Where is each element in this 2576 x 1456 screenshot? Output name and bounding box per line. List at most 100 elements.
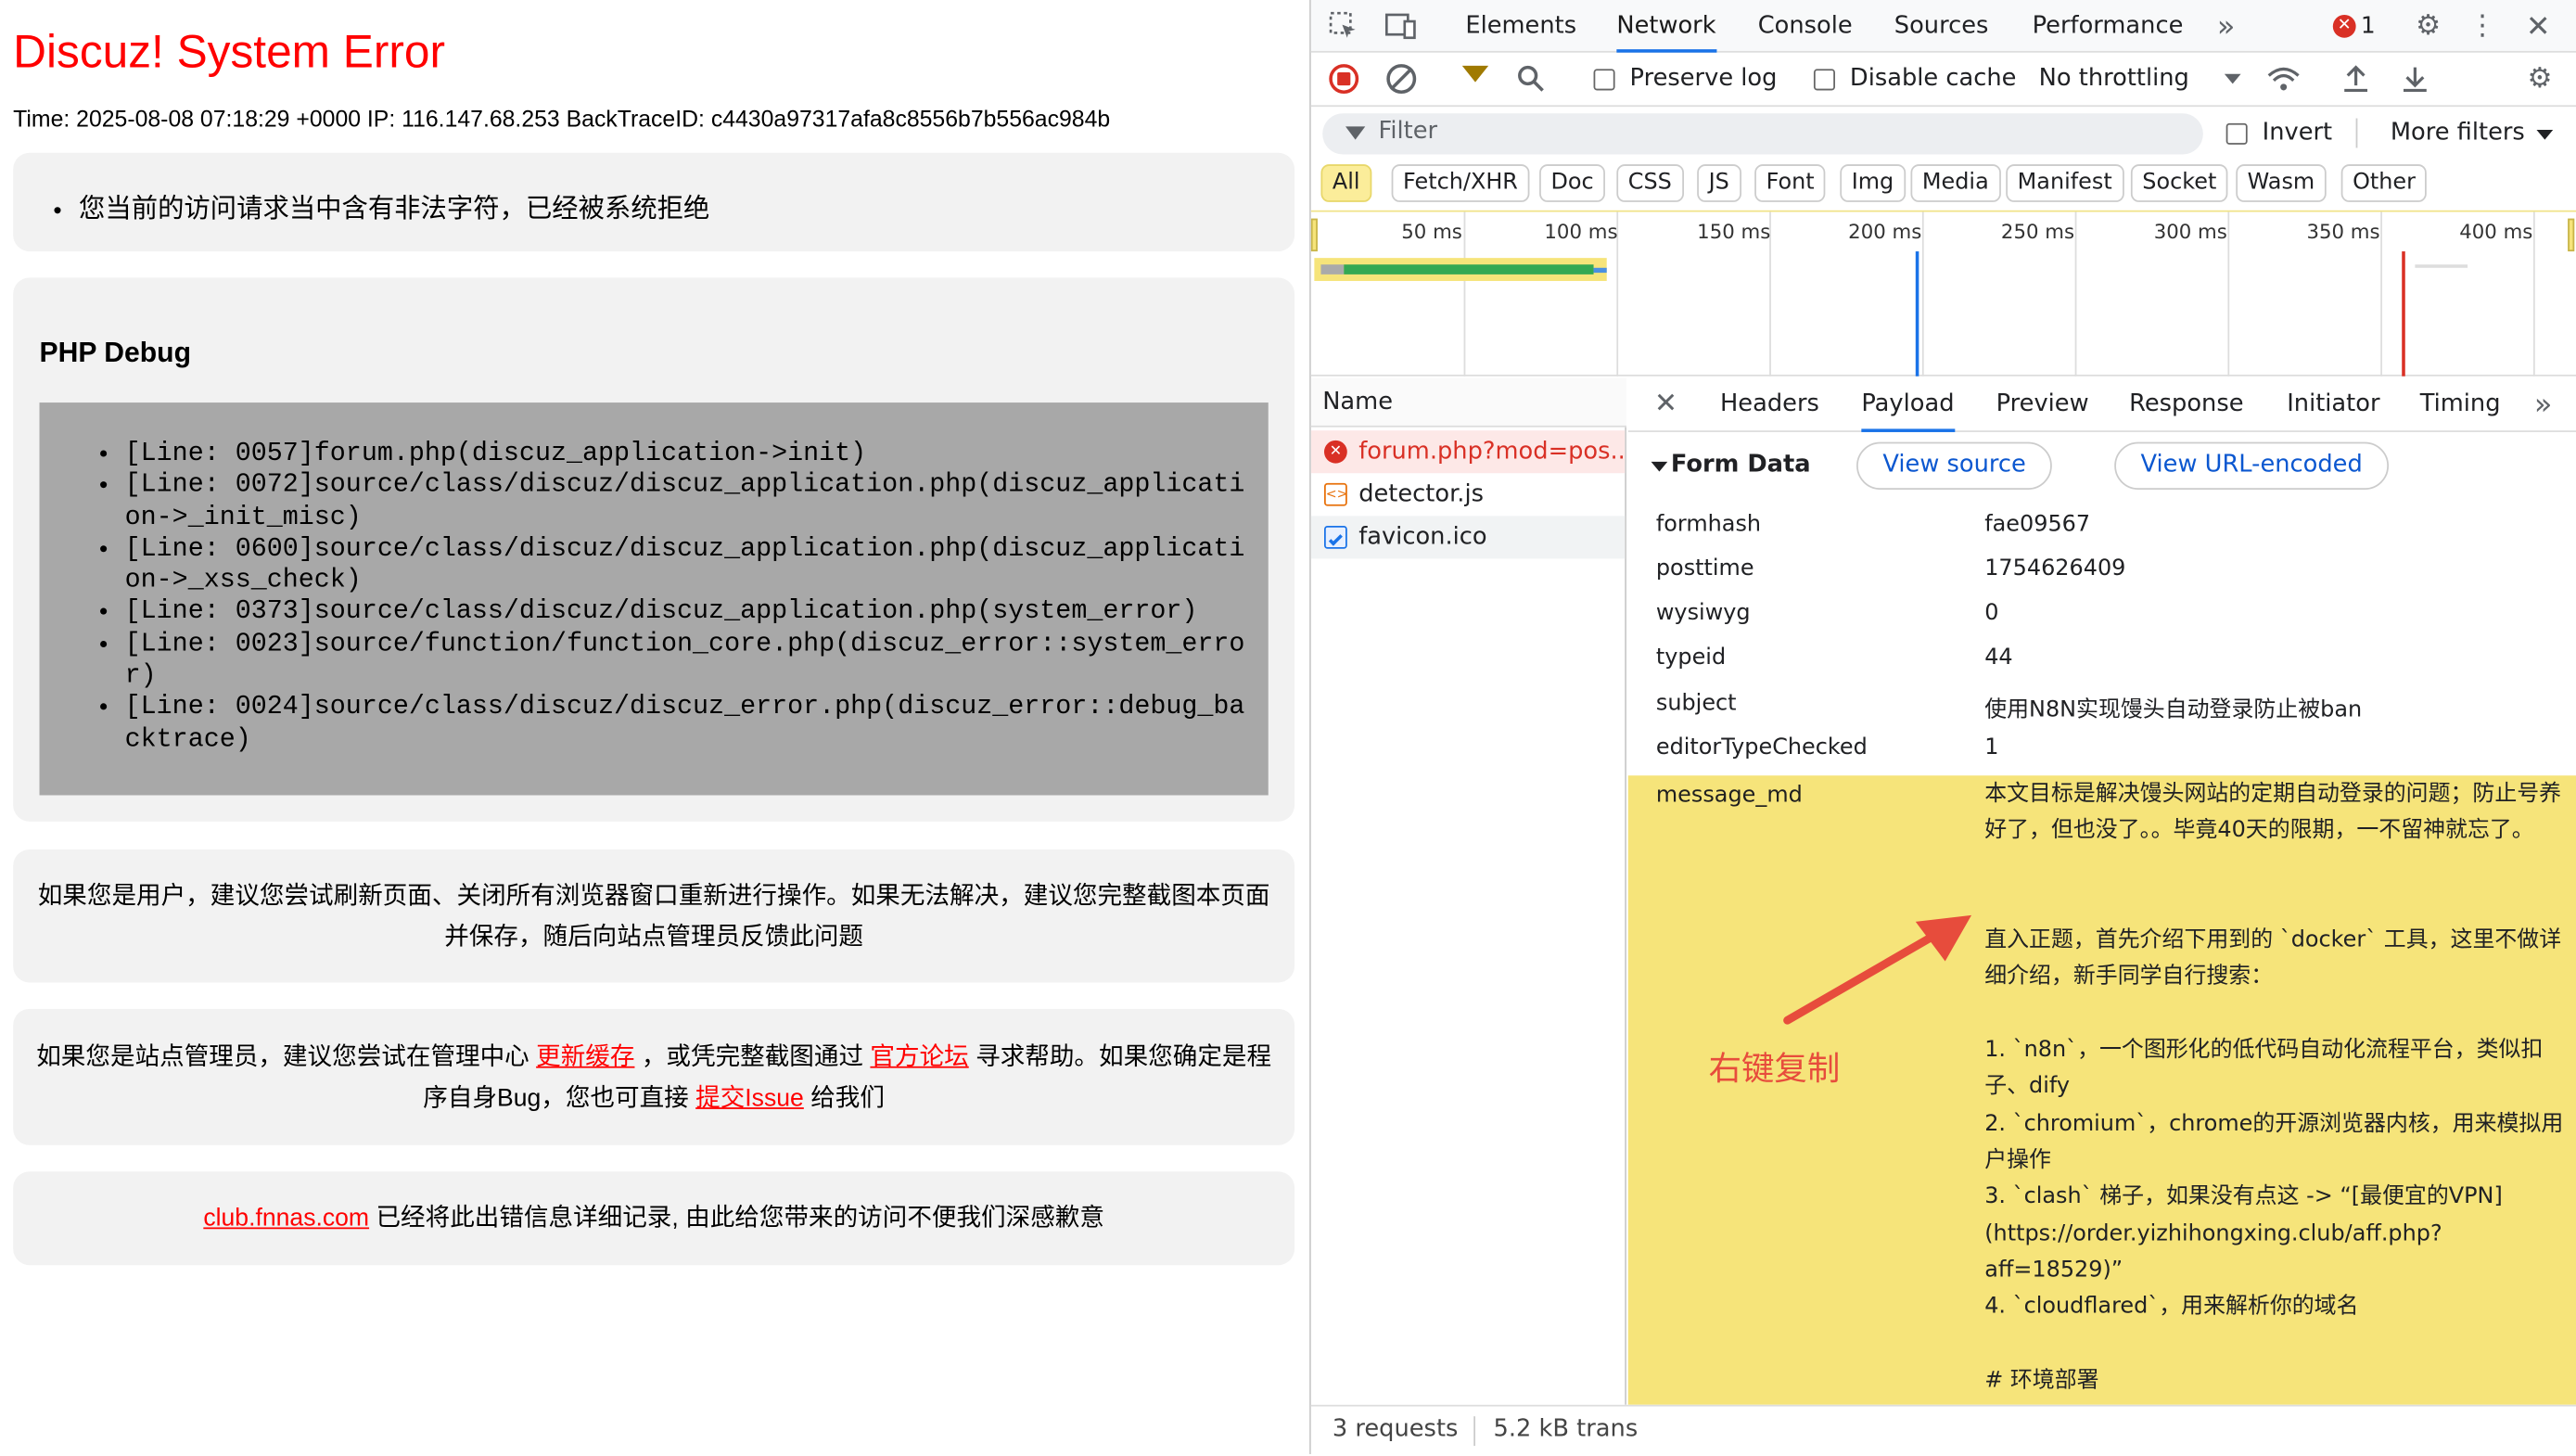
type-all[interactable]: All [1320, 164, 1371, 202]
trace-line: [Line: 0023]source/function/function_cor… [125, 629, 1256, 692]
upload-icon[interactable] [2340, 62, 2372, 95]
request-bar-download [1344, 264, 1594, 275]
message-field-row[interactable]: message_md 本文目标是解决馒头网站的定期自动登录的问题；防止号养好了，… [1627, 775, 2576, 1405]
more-tabs-icon[interactable]: » [2212, 8, 2241, 45]
request-row[interactable]: favicon.ico [1310, 516, 1626, 559]
admin-text: 给我们 [803, 1084, 885, 1113]
type-img[interactable]: Img [1840, 164, 1906, 202]
image-file-icon [1323, 525, 1347, 549]
type-wasm[interactable]: Wasm [2236, 164, 2327, 202]
admin-text: 如果您是站点管理员，建议您尝试在管理中心 [36, 1043, 537, 1072]
tab-console[interactable]: Console [1758, 0, 1853, 53]
request-list: Name ✕ forum.php?mod=pos... <> detector.… [1310, 377, 1626, 1405]
type-font[interactable]: Font [1754, 164, 1827, 202]
record-stop-icon[interactable] [1329, 64, 1359, 94]
throttling-select[interactable]: No throttling [2039, 66, 2189, 92]
type-js[interactable]: JS [1697, 164, 1741, 202]
close-icon[interactable]: ✕ [2523, 9, 2553, 44]
submit-issue-link[interactable]: 提交Issue [695, 1084, 804, 1112]
form-data-title[interactable]: Form Data [1671, 452, 1811, 478]
disable-cache-checkbox[interactable] [1813, 69, 1835, 91]
tab-elements[interactable]: Elements [1465, 0, 1576, 53]
tab-preview[interactable]: Preview [1996, 377, 2089, 431]
update-cache-link[interactable]: 更新缓存 [536, 1043, 634, 1071]
gear-icon[interactable]: ⚙ [2412, 10, 2444, 43]
view-source-button[interactable]: View source [1856, 441, 2053, 490]
close-detail-icon[interactable]: ✕ [1651, 388, 1681, 420]
download-icon[interactable] [2399, 62, 2431, 95]
filter-funnel-icon [1345, 126, 1366, 140]
tab-payload[interactable]: Payload [1861, 377, 1955, 432]
chevron-down-icon[interactable] [2536, 129, 2554, 140]
timeline-gridline [2532, 211, 2535, 377]
request-row[interactable]: <> detector.js [1311, 473, 1625, 516]
timeline-gridline [2380, 211, 2382, 377]
form-data-header: Form Data View source View URL-encoded [1628, 436, 2576, 502]
field-value: 1754626409 [1984, 555, 2126, 582]
message-field-value[interactable]: 本文目标是解决馒头网站的定期自动登录的问题；防止号养好了，但也没了。。毕竟40天… [1984, 775, 2576, 1405]
device-toolbar-icon[interactable] [1384, 10, 1420, 43]
timeline-tick-label: 200 ms [1848, 220, 1922, 244]
form-field-row: typeid 44 [1628, 637, 2576, 682]
name-column-header[interactable]: Name [1310, 377, 1626, 428]
field-key: message_md [1655, 782, 1803, 809]
timeline-overview[interactable]: 50 ms 100 ms 150 ms 200 ms 250 ms 300 ms… [1310, 210, 2576, 377]
transferred-size: 5.2 kB trans [1493, 1416, 1639, 1443]
network-settings-gear-icon[interactable]: ⚙ [2523, 62, 2556, 95]
field-value: 0 [1984, 599, 1999, 627]
type-media[interactable]: Media [1910, 164, 2001, 202]
clear-icon[interactable] [1386, 64, 1417, 94]
tab-response[interactable]: Response [2129, 377, 2243, 431]
site-link[interactable]: club.fnnas.com [203, 1205, 369, 1232]
tab-headers[interactable]: Headers [1720, 377, 1819, 431]
tab-initiator[interactable]: Initiator [2287, 377, 2379, 431]
timeline-tick-label: 300 ms [2153, 220, 2227, 244]
preserve-log-label: Preserve log [1629, 65, 1778, 93]
type-manifest[interactable]: Manifest [2006, 164, 2124, 202]
inspect-element-icon[interactable] [1328, 10, 1360, 43]
debug-heading: PHP Debug [39, 337, 191, 368]
dom-content-loaded-line [1915, 251, 1919, 377]
type-fetch-xhr[interactable]: Fetch/XHR [1391, 164, 1530, 202]
tab-sources[interactable]: Sources [1894, 0, 1989, 53]
timeline-selection-left-handle[interactable] [1310, 218, 1318, 252]
network-conditions-icon[interactable] [2264, 62, 2303, 95]
invert-label: Invert [2262, 120, 2333, 147]
invert-checkbox[interactable] [2225, 122, 2248, 145]
official-forum-link[interactable]: 官方论坛 [870, 1043, 968, 1071]
more-filters-dropdown[interactable]: More filters [2391, 120, 2525, 146]
tab-timing[interactable]: Timing [2420, 377, 2501, 431]
field-key: subject [1655, 690, 1737, 717]
field-value: 1 [1984, 734, 1999, 761]
error-count-badge[interactable]: ✕ 1 [2332, 11, 2376, 41]
filter-input[interactable]: Filter [1322, 113, 2203, 155]
timeline-gridline [1463, 211, 1466, 377]
timeline-tick-label: 50 ms [1401, 220, 1462, 244]
preserve-log-checkbox[interactable] [1593, 69, 1615, 91]
user-advice-box: 如果您是用户，建议您尝试刷新页面、关闭所有浏览器窗口重新进行操作。如果无法解决，… [13, 849, 1295, 983]
type-other[interactable]: Other [2340, 164, 2428, 202]
timeline-gridline [2074, 211, 2077, 377]
request-row[interactable]: ✕ forum.php?mod=pos... [1310, 430, 1626, 474]
expand-triangle-icon[interactable] [1651, 461, 1668, 472]
search-icon[interactable] [1515, 62, 1548, 95]
tab-network[interactable]: Network [1616, 0, 1716, 53]
type-doc[interactable]: Doc [1539, 164, 1606, 202]
page-title: Discuz! System Error [13, 26, 446, 78]
filter-placeholder: Filter [1378, 118, 1438, 145]
kebab-menu-icon[interactable]: ⋮ [2468, 10, 2496, 43]
tab-performance[interactable]: Performance [2033, 0, 2184, 53]
error-icon: ✕ [2332, 14, 2356, 38]
field-key: typeid [1655, 644, 1727, 671]
type-socket[interactable]: Socket [2130, 164, 2228, 202]
timeline-tick-label: 350 ms [2306, 220, 2380, 244]
error-page: Discuz! System Error Time: 2025-08-08 07… [0, 0, 1310, 1454]
chevron-down-icon[interactable] [2224, 73, 2241, 84]
trace-line: [Line: 0072]source/class/discuz/discuz_a… [125, 470, 1256, 533]
type-css[interactable]: CSS [1616, 164, 1684, 202]
filter-icon[interactable] [1461, 65, 1489, 83]
form-field-row: formhash fae09567 [1628, 504, 2576, 549]
view-url-encoded-button[interactable]: View URL-encoded [2114, 441, 2390, 490]
more-detail-tabs-icon[interactable]: » [2529, 386, 2558, 422]
timeline-selection-right-handle[interactable] [2568, 218, 2575, 252]
